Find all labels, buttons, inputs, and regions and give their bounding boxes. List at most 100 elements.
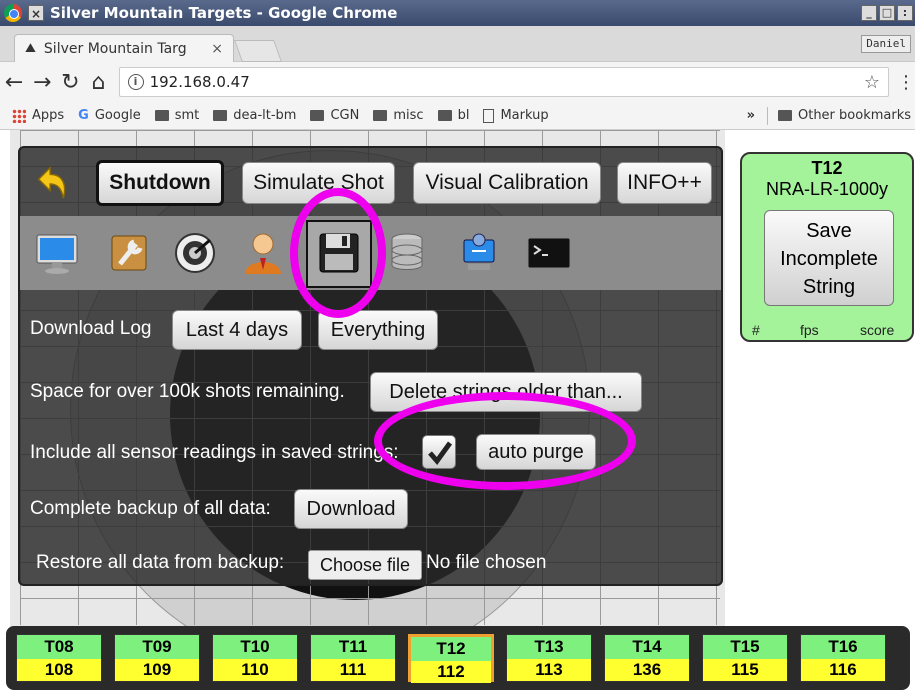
back-arrow-icon[interactable] [33, 164, 71, 202]
monitor-icon[interactable] [34, 230, 80, 276]
tab-strip: ⛰ Silver Mountain Targ × Daniel [0, 26, 915, 62]
bookmark-apps[interactable]: Apps [12, 108, 64, 123]
lane-t16[interactable]: T16 116 [800, 634, 886, 682]
lane-t08[interactable]: T08 108 [16, 634, 102, 682]
include-sensor-checkbox[interactable] [422, 435, 456, 469]
tab-close-icon[interactable]: × [211, 41, 223, 57]
forward-arrow-icon[interactable]: → [28, 70, 56, 95]
profile-button[interactable]: Daniel [861, 35, 911, 53]
tab-label: Silver Mountain Targ [43, 40, 187, 57]
page-icon [483, 108, 495, 123]
bookmark-label: Markup [500, 108, 549, 123]
bookmark-other[interactable]: Other bookmarks [777, 108, 911, 123]
auto-purge-button[interactable]: auto purge [476, 434, 596, 470]
target-icon[interactable] [172, 230, 218, 276]
lane-target-id: T12 [411, 637, 491, 661]
lane-number: 112 [411, 661, 491, 683]
user-icon[interactable] [240, 230, 286, 276]
minimize-button[interactable]: _ [861, 5, 877, 21]
database-icon[interactable] [384, 230, 430, 276]
address-bar[interactable]: i 192.168.0.47 ☆ [118, 67, 889, 97]
info-icon[interactable]: i [127, 74, 144, 90]
reload-icon[interactable]: ↻ [56, 70, 84, 95]
lane-t11[interactable]: T11 111 [310, 634, 396, 682]
settings-panel: Shutdown Simulate Shot Visual Calibratio… [18, 146, 723, 586]
lane-number: 115 [703, 659, 787, 681]
bookmark-bl[interactable]: bl [437, 108, 469, 123]
chrome-menu-icon[interactable]: ⋮ [897, 72, 915, 93]
simulate-shot-button[interactable]: Simulate Shot [242, 162, 395, 204]
google-icon: G [78, 108, 89, 123]
delete-older-button[interactable]: Delete strings older than... [370, 372, 642, 412]
settings-wrench-icon[interactable] [106, 230, 152, 276]
lane-t10[interactable]: T10 110 [212, 634, 298, 682]
lane-number: 113 [507, 659, 591, 681]
icon-toolbar [20, 216, 721, 290]
last-4-days-button[interactable]: Last 4 days [172, 310, 302, 350]
tab-silver-mountain[interactable]: ⛰ Silver Mountain Targ × [14, 34, 234, 62]
lane-t09[interactable]: T09 109 [114, 634, 200, 682]
window-title: Silver Mountain Targets - Google Chrome [50, 4, 398, 22]
restore-label: Restore all data from backup: [36, 552, 285, 573]
everything-button[interactable]: Everything [318, 310, 438, 350]
maximize-button[interactable]: □ [879, 5, 895, 21]
bookmark-label: misc [393, 108, 424, 123]
bookmark-markup[interactable]: Markup [483, 108, 549, 123]
back-arrow-icon[interactable]: ← [0, 70, 28, 95]
backup-label: Complete backup of all data: [30, 498, 271, 519]
download-backup-button[interactable]: Download [294, 489, 408, 529]
bookmark-star-icon[interactable]: ☆ [864, 72, 880, 93]
lane-t14[interactable]: T14 136 [604, 634, 690, 682]
bookmark-smt[interactable]: smt [154, 108, 199, 123]
col-number: # [752, 322, 760, 338]
url-text[interactable]: 192.168.0.47 [150, 73, 864, 91]
choose-file-button[interactable]: Choose file [308, 550, 422, 580]
lane-target-id: T13 [507, 635, 591, 659]
bookmarks-separator [766, 106, 768, 125]
terminal-icon[interactable] [526, 230, 572, 276]
lane-number: 111 [311, 659, 395, 681]
window-close-button[interactable]: × [28, 5, 44, 21]
visual-calibration-button[interactable]: Visual Calibration [413, 162, 601, 204]
lane-t13[interactable]: T13 113 [506, 634, 592, 682]
bookmark-google[interactable]: G Google [78, 108, 141, 123]
card-course-name: NRA-LR-1000y [765, 179, 889, 199]
window-menu-button[interactable]: : [897, 5, 913, 21]
save-line-1: Save [806, 220, 852, 242]
lane-number: 136 [605, 659, 689, 681]
bookmark-dea-lt-bm[interactable]: dea-lt-bm [213, 108, 296, 123]
save-incomplete-string-button[interactable]: Save Incomplete String [764, 210, 894, 306]
folder-icon [437, 110, 452, 121]
bookmark-cgn[interactable]: CGN [310, 108, 359, 123]
lane-number: 116 [801, 659, 885, 681]
page-content: Shutdown Simulate Shot Visual Calibratio… [0, 130, 915, 694]
lane-target-id: T09 [115, 635, 199, 659]
checkmark-icon [428, 441, 453, 466]
network-icon[interactable] [456, 230, 502, 276]
home-icon[interactable]: ⌂ [84, 70, 112, 95]
chrome-logo-icon [4, 4, 22, 22]
bookmarks-bar: Apps G Google smt dea-lt-bm CGN misc bl M… [0, 102, 915, 130]
col-score: score [860, 322, 895, 338]
lane-target-id: T11 [311, 635, 395, 659]
folder-icon [310, 110, 325, 121]
shutdown-button[interactable]: Shutdown [96, 160, 224, 206]
bookmark-label: CGN [330, 108, 360, 123]
include-sensor-label: Include all sensor readings in saved str… [30, 442, 399, 463]
apps-grid-icon [12, 108, 26, 123]
browser-toolbar: ← → ↻ ⌂ i 192.168.0.47 ☆ ⋮ [0, 62, 915, 102]
lane-target-id: T14 [605, 635, 689, 659]
download-log-label: Download Log [30, 318, 152, 339]
lane-target-id: T10 [213, 635, 297, 659]
save-line-2: Incomplete [780, 248, 878, 270]
lane-number: 110 [213, 659, 297, 681]
lane-t15[interactable]: T15 115 [702, 634, 788, 682]
bookmark-misc[interactable]: misc [373, 108, 424, 123]
target-status-card: T12 NRA-LR-1000y Save Incomplete String [740, 152, 914, 342]
info-button[interactable]: INFO++ [617, 162, 712, 204]
bookmarks-overflow-button[interactable]: » [747, 108, 755, 123]
lane-t12[interactable]: T12 112 [408, 634, 494, 683]
lane-number: 108 [17, 659, 101, 681]
save-floppy-icon[interactable] [316, 230, 362, 276]
new-tab-button[interactable] [233, 40, 283, 62]
